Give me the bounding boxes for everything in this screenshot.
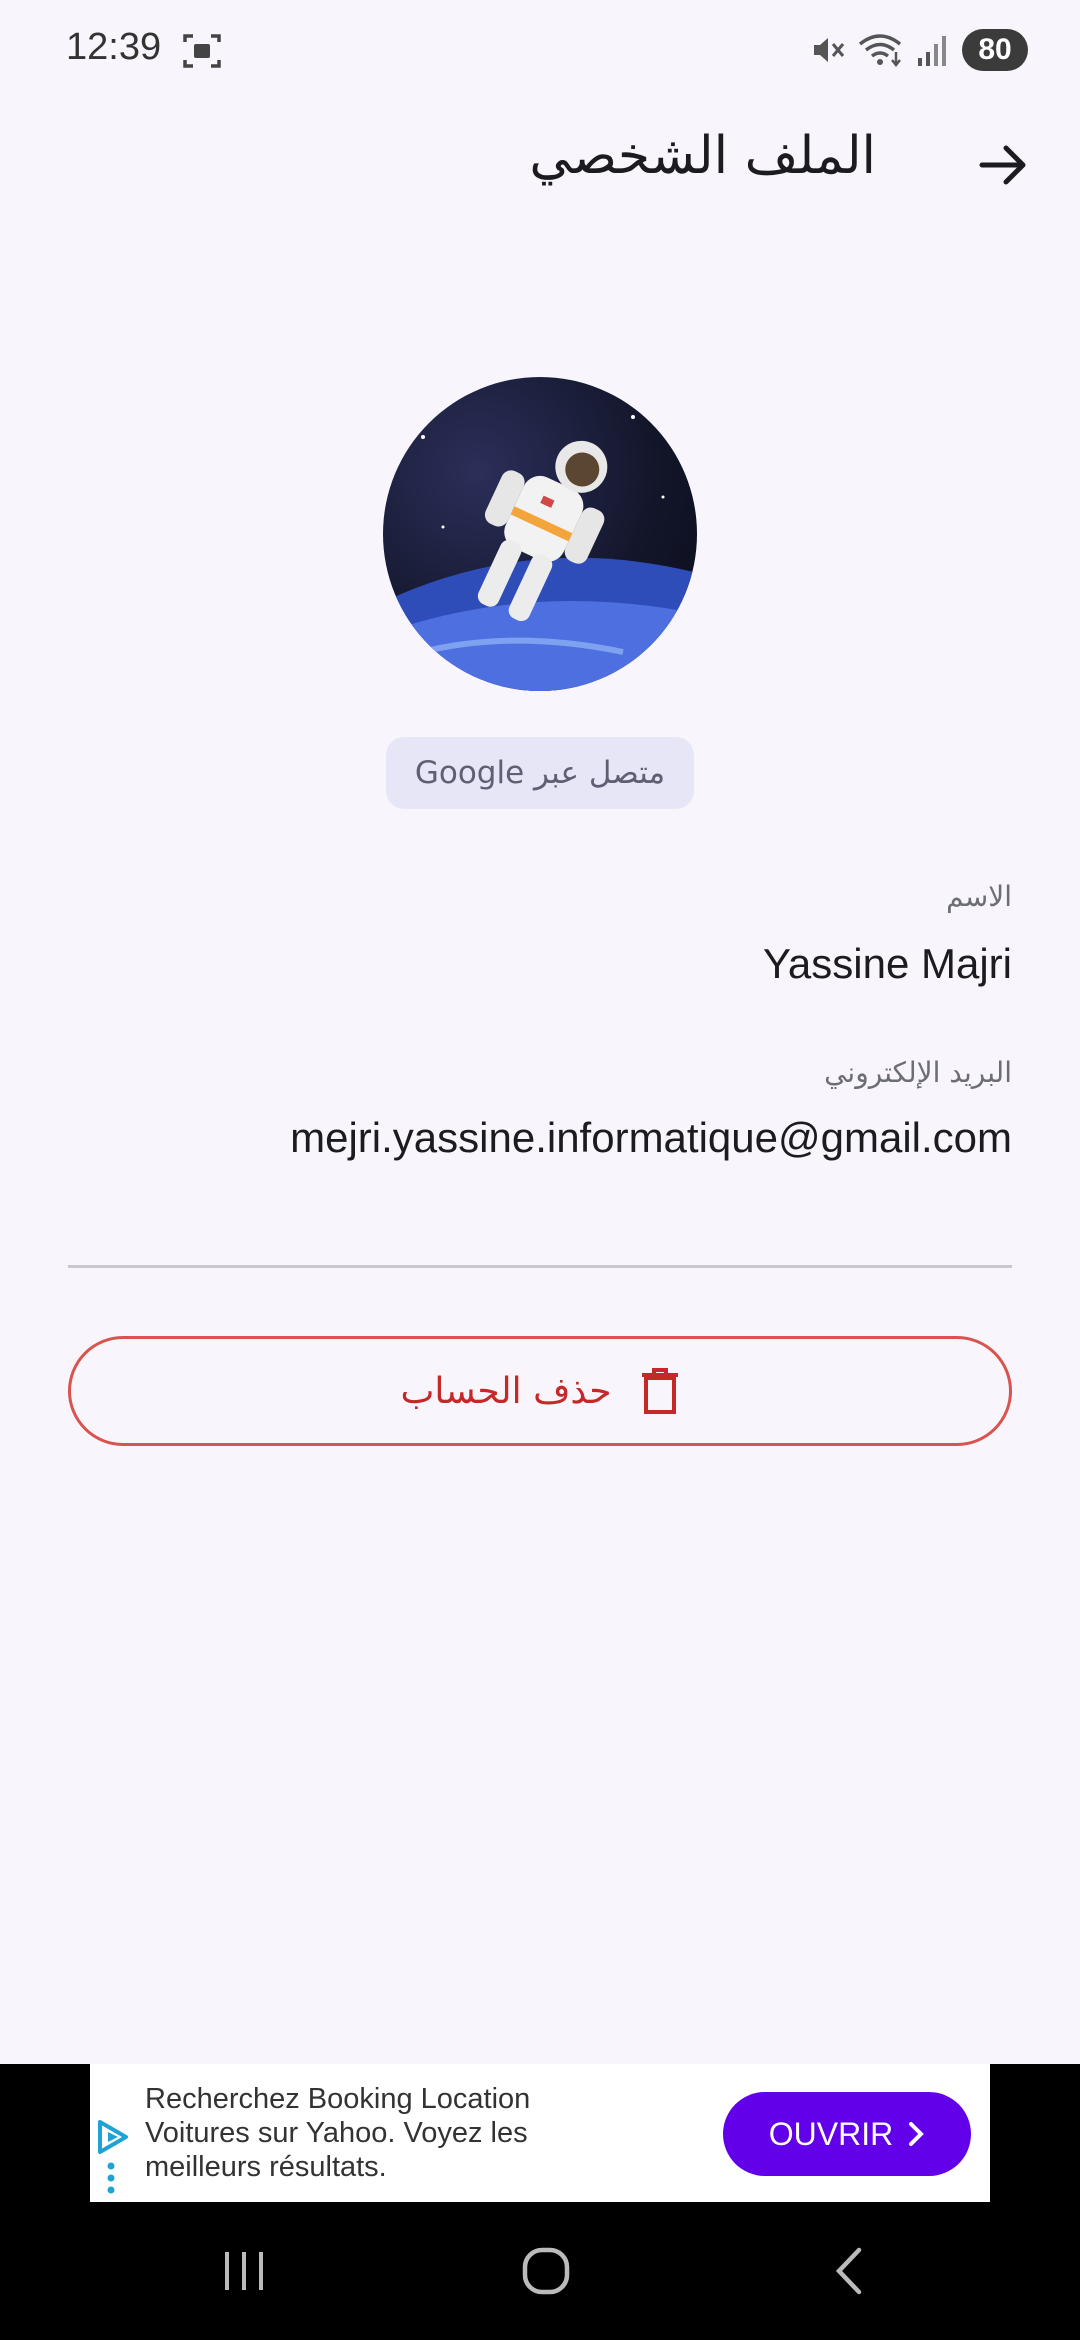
astronaut-avatar-image [383, 415, 697, 691]
home-icon [522, 2247, 570, 2295]
email-label: البريد الإلكتروني [824, 1056, 1012, 1089]
status-icons: 80 [810, 26, 1028, 74]
divider [68, 1265, 1012, 1268]
page-title: الملف الشخصي [529, 126, 876, 186]
home-button[interactable] [511, 2236, 581, 2306]
mute-icon [814, 38, 845, 62]
recents-button[interactable] [209, 2236, 279, 2306]
ad-banner[interactable]: Recherchez Booking Location Voitures sur… [90, 2064, 990, 2202]
name-label: الاسم [946, 880, 1012, 913]
name-value: Yassine Majri [763, 940, 1012, 987]
ad-choices-icon[interactable] [96, 2120, 130, 2154]
ad-open-button[interactable]: OUVRIR [723, 2092, 971, 2176]
wifi-icon [858, 34, 902, 68]
ad-text: Recherchez Booking Location Voitures sur… [145, 2083, 531, 2183]
profile-screen: 12:39 80 الملف الشخصي متصل عبر Google ال… [0, 0, 1080, 2340]
delete-account-button[interactable]: حذف الحساب [68, 1336, 1012, 1446]
app-bar: الملف الشخصي [0, 100, 1080, 230]
provider-badge: متصل عبر Google [386, 737, 694, 809]
signal-icon [918, 36, 946, 66]
recents-icon [225, 2252, 263, 2290]
trash-icon [641, 1368, 678, 1414]
ad-menu-icon[interactable] [106, 2162, 116, 2194]
navigation-bar [0, 2202, 1080, 2340]
status-time: 12:39 [66, 26, 162, 68]
arrow-right-icon [979, 145, 1026, 185]
chevron-right-icon [909, 2122, 925, 2146]
back-icon [835, 2247, 862, 2295]
nav-back-button[interactable] [814, 2236, 884, 2306]
status-bar: 12:39 80 [0, 0, 1080, 100]
back-button[interactable] [968, 130, 1038, 200]
ad-open-label: OUVRIR [768, 2115, 894, 2152]
screenshot-icon [183, 34, 221, 68]
avatar [383, 377, 697, 691]
delete-account-label: حذف الحساب [400, 1370, 612, 1412]
email-value: mejri.yassine.informatique@gmail.com [290, 1114, 1012, 1161]
battery-indicator: 80 [962, 29, 1028, 71]
